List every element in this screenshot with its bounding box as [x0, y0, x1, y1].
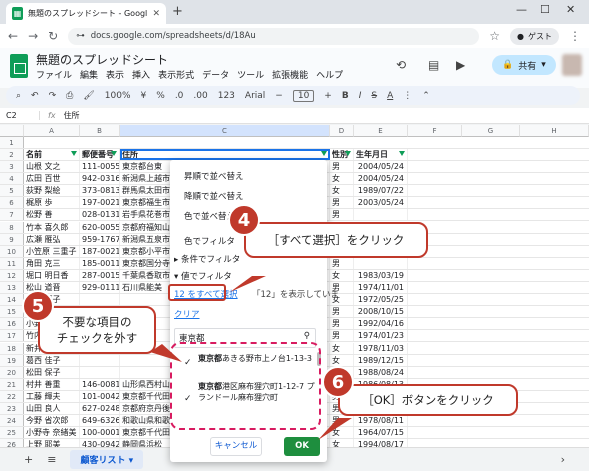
step5-text-line2: チェックを外す [56, 331, 138, 345]
step6-text: ［OK］ボタンをクリック [362, 393, 494, 407]
step4-badge: 4 [228, 204, 260, 236]
step5-text-line1: 不要な項目の [62, 315, 132, 329]
step4-text: ［すべて選択］をクリック [267, 233, 405, 247]
step6-callout: ［OK］ボタンをクリック [338, 384, 518, 416]
step6-pointer [318, 418, 352, 440]
step6-badge: 6 [322, 366, 354, 398]
step4-callout: ［すべて選択］をクリック [244, 222, 428, 258]
step4-pointer [230, 276, 266, 292]
step5-badge: 5 [22, 290, 54, 322]
step5-callout: 不要な項目の チェックを外す [38, 306, 156, 354]
